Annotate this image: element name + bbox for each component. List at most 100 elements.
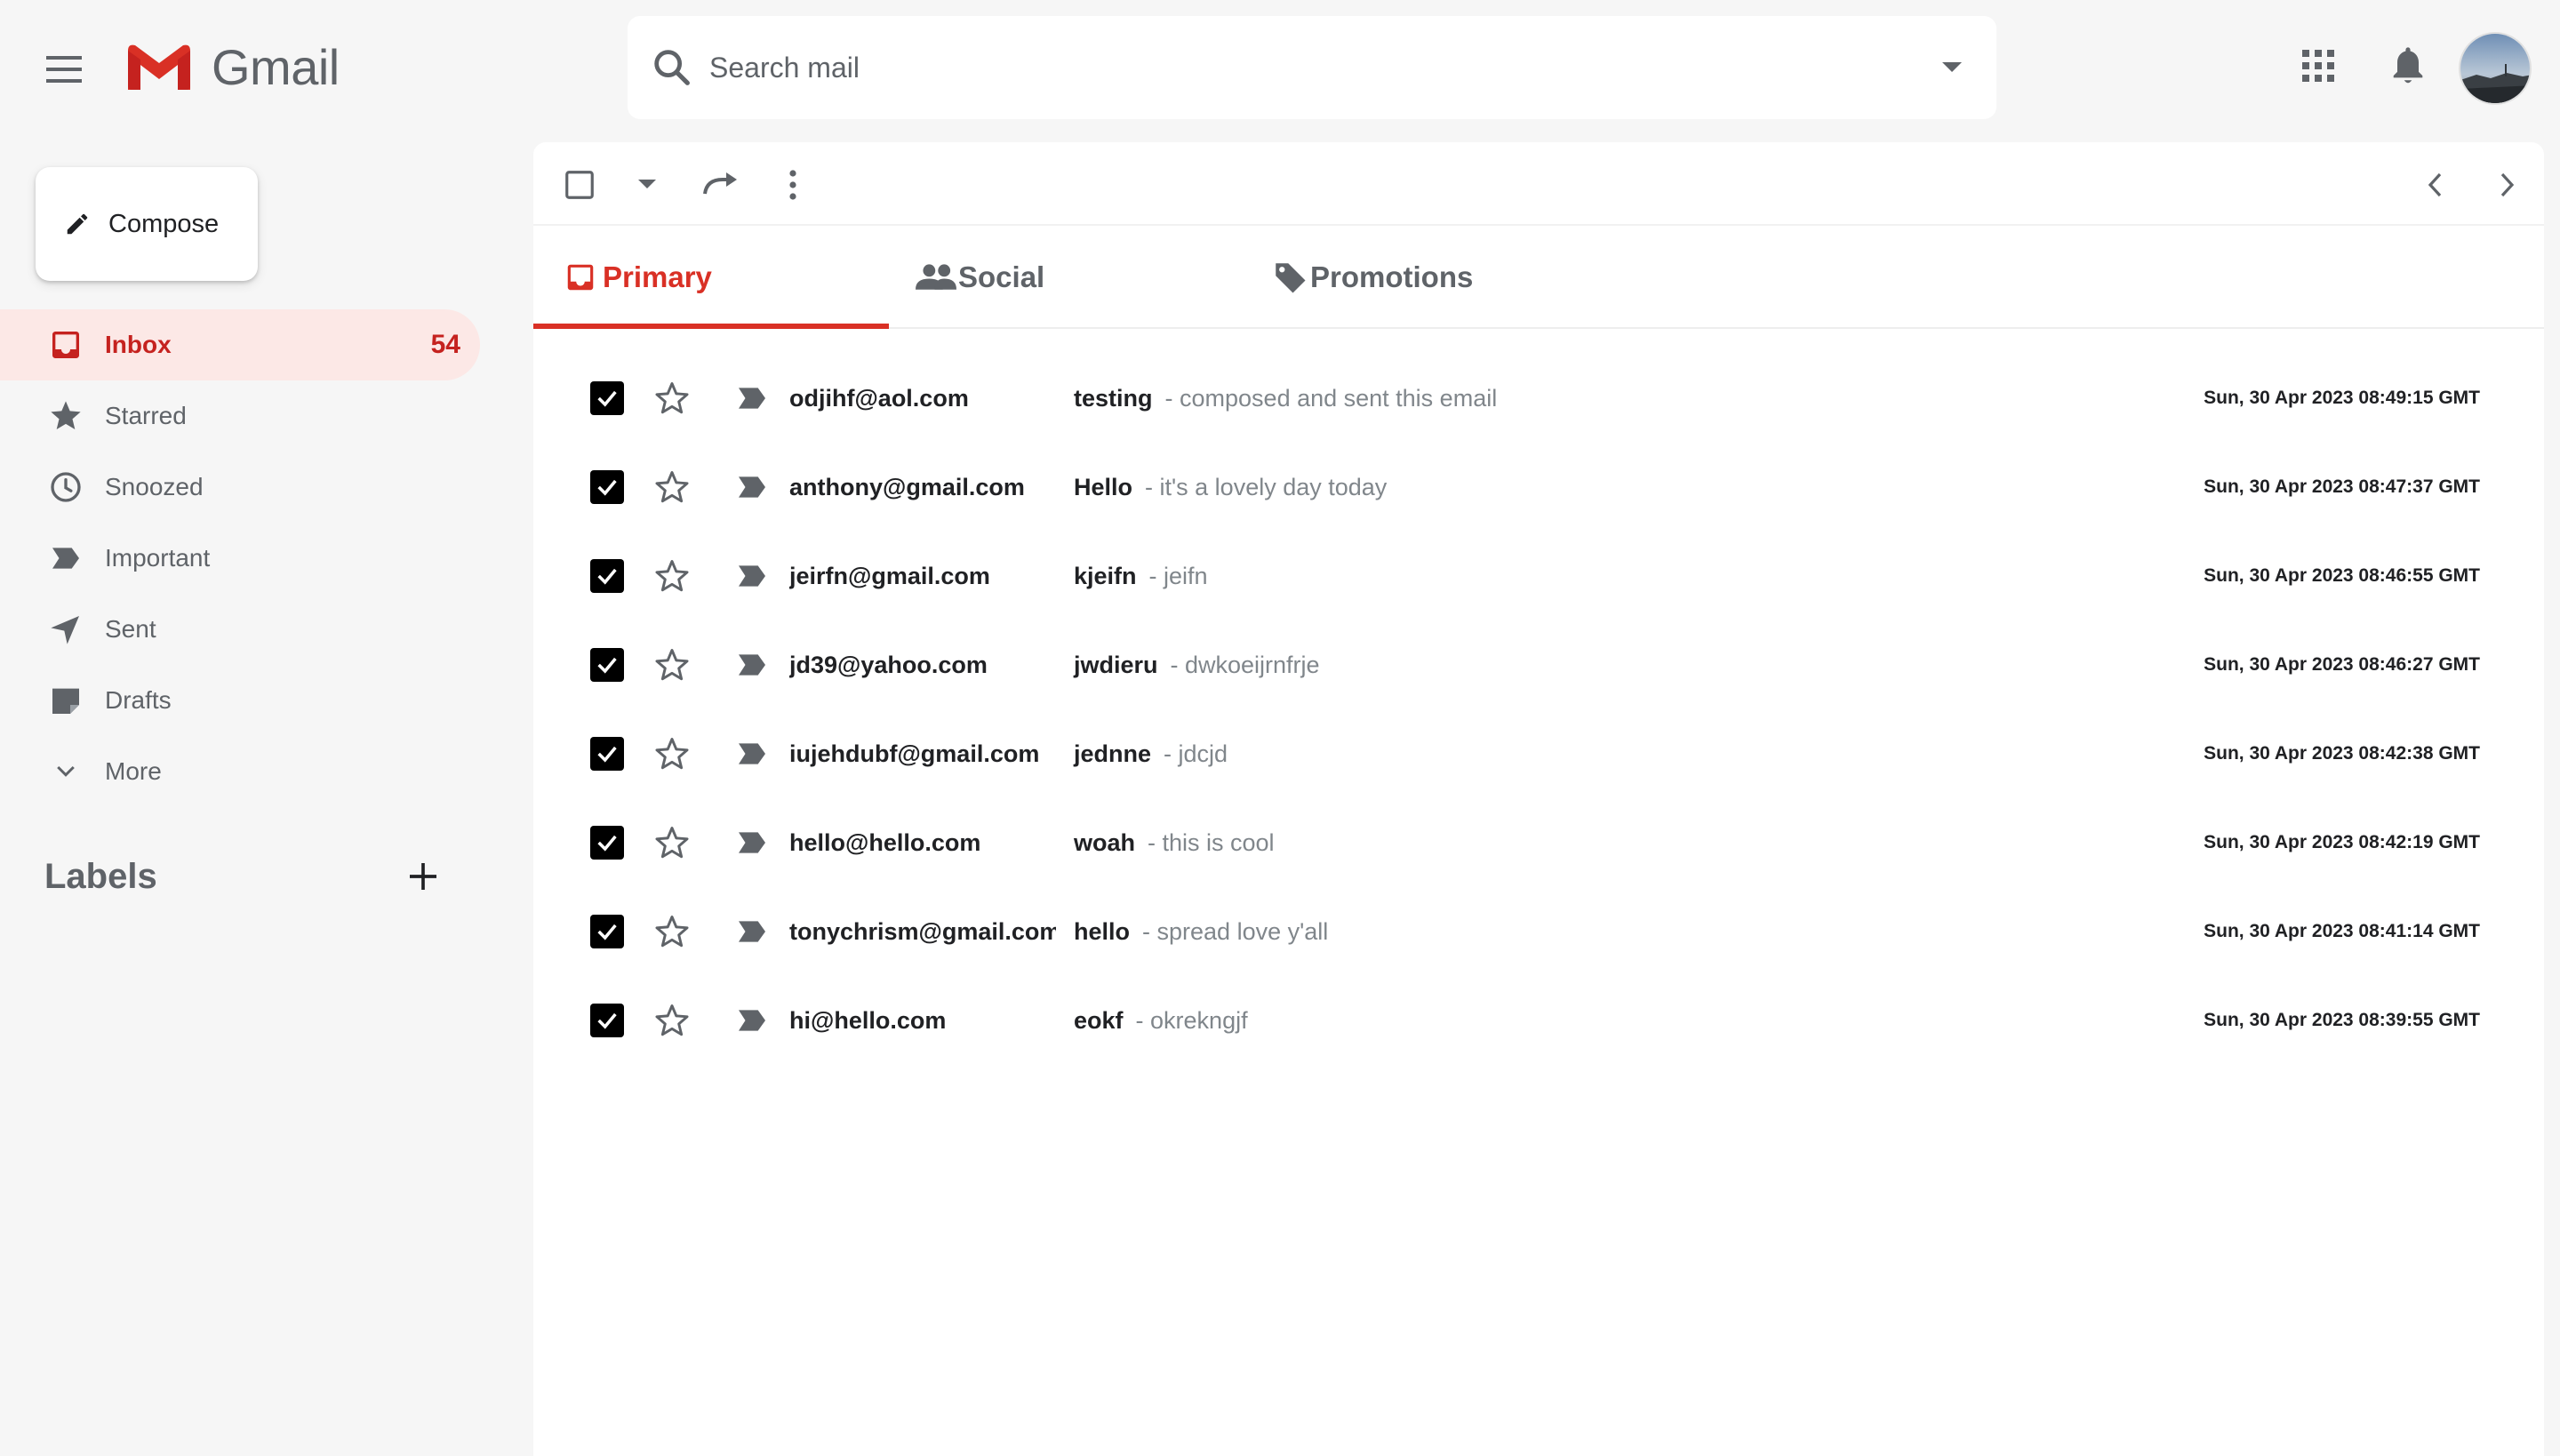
important-marker-icon[interactable]: [734, 736, 770, 772]
important-marker-icon[interactable]: [734, 647, 770, 683]
newer-page-button[interactable]: [2416, 165, 2455, 204]
caret-down-icon: [638, 180, 656, 188]
star-outline-icon[interactable]: [652, 556, 692, 596]
tab-primary[interactable]: Primary: [564, 226, 712, 329]
sidebar-item-important[interactable]: Important: [0, 523, 480, 594]
toolbar: [533, 142, 2544, 226]
apps-icon[interactable]: [2300, 48, 2336, 84]
subject-text: hello: [1074, 917, 1131, 945]
avatar[interactable]: [2459, 32, 2532, 105]
sidebar-item-snoozed[interactable]: Snoozed: [0, 452, 480, 523]
select-all-checkbox[interactable]: [560, 165, 599, 204]
sidebar-item-drafts[interactable]: Drafts: [0, 665, 480, 736]
check-icon: [597, 479, 617, 496]
search-bar[interactable]: [628, 16, 1996, 119]
email-row[interactable]: iujehdubf@gmail.com jednne - jdcjd Sun, 3…: [533, 709, 2544, 798]
caret-down-icon: [1942, 62, 1962, 72]
sidebar-item-more[interactable]: More: [0, 736, 480, 807]
older-page-button[interactable]: [2487, 165, 2526, 204]
star-outline-icon[interactable]: [652, 823, 692, 862]
email-date: Sun, 30 Apr 2023 08:46:55 GMT: [2204, 565, 2480, 586]
star-outline-icon[interactable]: [652, 468, 692, 507]
email-date: Sun, 30 Apr 2023 08:47:37 GMT: [2204, 476, 2480, 497]
inbox-icon: [567, 264, 594, 291]
email-row[interactable]: hi@hello.com eokf - okrekngjf Sun, 30 Apr…: [533, 976, 2544, 1065]
row-checkbox[interactable]: [590, 470, 624, 504]
sidebar-item-label: Sent: [105, 615, 156, 643]
refresh-button[interactable]: [699, 165, 743, 204]
sidebar-item-starred[interactable]: Starred: [0, 380, 480, 452]
search-icon[interactable]: [649, 44, 695, 91]
mail-list-panel: Primary Social Promotions odjihf@aol.com…: [533, 142, 2544, 1456]
sidebar-item-sent[interactable]: Sent: [0, 594, 480, 665]
email-row[interactable]: hello@hello.com woah - this is cool Sun, …: [533, 798, 2544, 887]
check-icon: [597, 1012, 617, 1029]
search-options-button[interactable]: [1932, 48, 1972, 87]
menu-icon: [46, 56, 82, 83]
row-checkbox[interactable]: [590, 559, 624, 593]
email-sender: hi@hello.com: [789, 1006, 947, 1034]
email-sender: anthony@gmail.com: [789, 473, 1025, 500]
important-marker-icon[interactable]: [734, 825, 770, 860]
email-subject: jednne - jdcjd: [1074, 740, 1228, 768]
row-checkbox[interactable]: [590, 648, 624, 682]
tab-social[interactable]: Social: [916, 226, 1044, 329]
star-outline-icon[interactable]: [652, 734, 692, 773]
important-marker-icon[interactable]: [734, 469, 770, 505]
row-checkbox[interactable]: [590, 381, 624, 415]
email-snippet: - it's a lovely day today: [1145, 473, 1388, 500]
email-sender: jeirfn@gmail.com: [789, 562, 990, 589]
star-outline-icon[interactable]: [652, 912, 692, 951]
email-subject: hello - spread love y'all: [1074, 918, 1328, 946]
gmail-logo[interactable]: Gmail: [124, 41, 340, 94]
email-row[interactable]: jd39@yahoo.com jwdieru - dwkoeijrnfrje Su…: [533, 620, 2544, 709]
email-snippet: - jeifn: [1148, 562, 1208, 589]
email-date: Sun, 30 Apr 2023 08:39:55 GMT: [2204, 1010, 2480, 1030]
tab-promotions[interactable]: Promotions: [1271, 226, 1473, 329]
chevron-right-icon: [2500, 172, 2515, 197]
subject-text: jwdieru: [1074, 651, 1158, 678]
gmail-m-icon: [128, 44, 190, 90]
more-options-button[interactable]: [775, 165, 811, 204]
email-row[interactable]: jeirfn@gmail.com kjeifn - jeifn Sun, 30 A…: [533, 532, 2544, 620]
important-marker-icon[interactable]: [734, 380, 770, 416]
sidebar-item-inbox[interactable]: Inbox 54: [0, 309, 480, 380]
important-marker-icon[interactable]: [734, 914, 770, 949]
email-subject: testing - composed and sent this email: [1074, 385, 1497, 412]
row-checkbox[interactable]: [590, 915, 624, 948]
sidebar-item-label: More: [105, 757, 162, 785]
subject-text: Hello: [1074, 473, 1133, 500]
star-outline-icon[interactable]: [652, 1001, 692, 1040]
check-icon: [597, 746, 617, 763]
star-outline-icon[interactable]: [652, 645, 692, 684]
subject-text: woah: [1074, 828, 1136, 856]
labels-heading: Labels: [44, 857, 157, 896]
select-options-button[interactable]: [631, 169, 663, 201]
important-marker-icon[interactable]: [734, 558, 770, 594]
subject-text: testing: [1074, 384, 1153, 412]
star-icon: [46, 396, 85, 436]
email-row[interactable]: anthony@gmail.com Hello - it's a lovely d…: [533, 443, 2544, 532]
compose-label: Compose: [108, 209, 220, 238]
check-icon: [597, 924, 617, 940]
notifications-icon[interactable]: [2389, 44, 2427, 87]
email-row[interactable]: odjihf@aol.com testing - composed and sen…: [533, 354, 2544, 443]
star-outline-icon[interactable]: [652, 379, 692, 418]
category-tabs: Primary Social Promotions: [533, 226, 2544, 329]
row-checkbox[interactable]: [590, 826, 624, 860]
more-vert-icon: [789, 170, 796, 200]
subject-text: jednne: [1074, 740, 1152, 767]
menu-button[interactable]: [41, 48, 87, 91]
email-date: Sun, 30 Apr 2023 08:42:38 GMT: [2204, 743, 2480, 764]
email-snippet: - composed and sent this email: [1164, 384, 1498, 412]
send-icon: [46, 610, 85, 649]
row-checkbox[interactable]: [590, 737, 624, 771]
search-input[interactable]: [709, 41, 1932, 94]
email-subject: jwdieru - dwkoeijrnfrje: [1074, 652, 1320, 679]
email-date: Sun, 30 Apr 2023 08:41:14 GMT: [2204, 921, 2480, 941]
email-row[interactable]: tonychrism@gmail.com hello - spread love …: [533, 887, 2544, 976]
important-marker-icon[interactable]: [734, 1003, 770, 1038]
row-checkbox[interactable]: [590, 1004, 624, 1037]
compose-button[interactable]: Compose: [36, 167, 258, 281]
add-label-icon[interactable]: [405, 859, 441, 894]
